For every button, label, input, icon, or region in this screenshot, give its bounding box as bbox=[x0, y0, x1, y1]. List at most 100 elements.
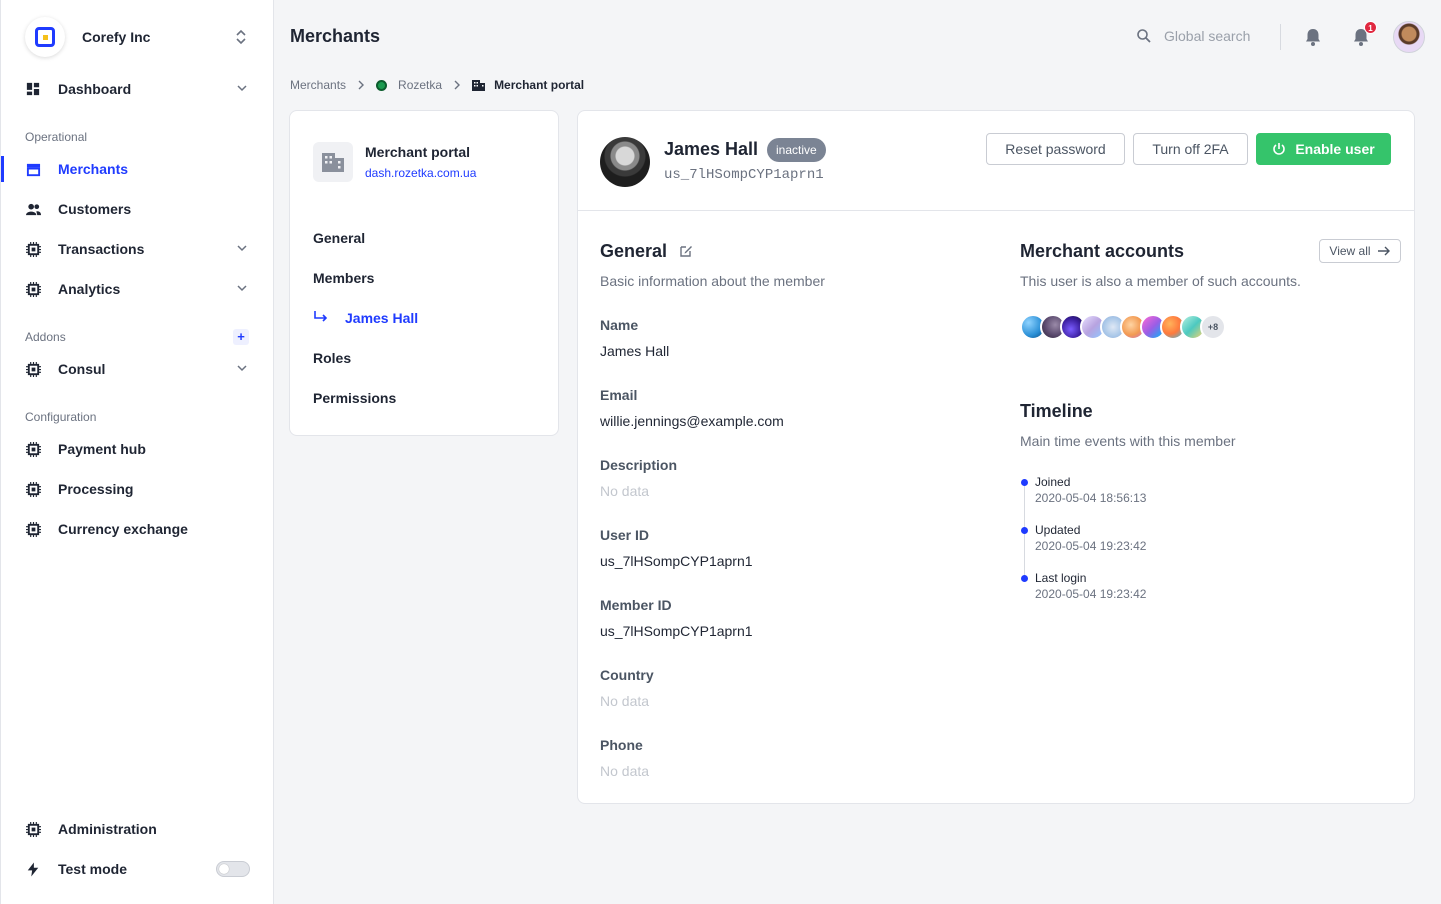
tab-members[interactable]: Members bbox=[313, 270, 374, 286]
merchant-card-title: Merchant portal bbox=[365, 144, 471, 160]
org-logo bbox=[25, 17, 65, 57]
add-addon-button[interactable]: + bbox=[233, 329, 249, 345]
power-icon bbox=[1273, 143, 1286, 155]
search-placeholder: Global search bbox=[1164, 28, 1251, 44]
field-value-user-id: us_7lHSompCYP1aprn1 bbox=[600, 553, 753, 569]
chip-icon bbox=[25, 821, 41, 837]
field-label-phone: Phone bbox=[600, 737, 643, 753]
chip-icon bbox=[25, 481, 41, 497]
global-search[interactable]: Global search bbox=[1136, 28, 1250, 44]
field-label-description: Description bbox=[600, 457, 678, 473]
chip-icon bbox=[25, 361, 41, 377]
chip-icon bbox=[25, 521, 41, 537]
merchant-account-avatars: +8 bbox=[1020, 314, 1230, 340]
breadcrumb-current: Merchant portal bbox=[494, 78, 585, 92]
general-subtitle: Basic information about the member bbox=[600, 273, 825, 289]
chevron-down-icon bbox=[237, 285, 247, 292]
building-icon bbox=[472, 80, 486, 91]
merchant-accounts-subtitle: This user is also a member of such accou… bbox=[1020, 273, 1301, 289]
header-divider bbox=[1280, 24, 1281, 50]
field-value-phone: No data bbox=[600, 763, 650, 779]
sidebar-item-label: Dashboard bbox=[58, 81, 132, 97]
chip-icon bbox=[25, 441, 41, 457]
merchant-logo-icon bbox=[376, 79, 388, 91]
active-indicator bbox=[1, 156, 4, 182]
profile-photo bbox=[600, 137, 650, 187]
field-value-description: No data bbox=[600, 483, 650, 499]
sidebar-item-label: Analytics bbox=[58, 281, 121, 297]
sidebar-item-processing[interactable]: Processing bbox=[25, 477, 251, 501]
merchant-domain-link[interactable]: dash.rozetka.com.ua bbox=[365, 166, 476, 180]
general-title: General bbox=[600, 241, 668, 261]
timeline-dot bbox=[1021, 527, 1028, 534]
field-value-country: No data bbox=[600, 693, 650, 709]
building-icon bbox=[313, 142, 353, 182]
timeline-dot bbox=[1021, 575, 1028, 582]
field-label-member-id: Member ID bbox=[600, 597, 672, 613]
org-switcher[interactable]: Corefy Inc bbox=[25, 17, 251, 57]
sidebar-item-analytics[interactable]: Analytics bbox=[25, 277, 251, 301]
tab-permissions[interactable]: Permissions bbox=[313, 390, 396, 406]
timeline-event-time: 2020-05-04 19:23:42 bbox=[1035, 587, 1147, 601]
test-mode-toggle[interactable] bbox=[216, 861, 250, 877]
edit-icon[interactable] bbox=[679, 244, 693, 258]
view-all-label: View all bbox=[1329, 244, 1371, 258]
sidebar-item-merchants[interactable]: Merchants bbox=[25, 157, 251, 181]
timeline-event-label: Joined bbox=[1035, 475, 1071, 489]
section-label-addons: Addons bbox=[25, 330, 66, 344]
more-accounts-badge[interactable]: +8 bbox=[1200, 314, 1226, 340]
sidebar-item-consul[interactable]: Consul bbox=[25, 357, 251, 381]
arrow-right-icon bbox=[1377, 246, 1390, 256]
store-icon bbox=[25, 161, 41, 177]
sidebar-item-label: Customers bbox=[58, 201, 132, 217]
timeline-event-time: 2020-05-04 18:56:13 bbox=[1035, 491, 1147, 505]
member-name: James Hall bbox=[664, 139, 759, 159]
tab-general[interactable]: General bbox=[313, 230, 365, 246]
field-label-email: Email bbox=[600, 387, 638, 403]
view-all-button[interactable]: View all bbox=[1319, 239, 1401, 263]
enable-user-button[interactable]: Enable user bbox=[1256, 133, 1391, 165]
breadcrumb: Merchants Rozetka Merchant portal bbox=[290, 77, 584, 93]
sidebar-item-label: Test mode bbox=[58, 861, 127, 877]
sidebar-item-label: Administration bbox=[58, 821, 157, 837]
tab-roles[interactable]: Roles bbox=[313, 350, 351, 366]
sidebar-item-label: Processing bbox=[58, 481, 134, 497]
sidebar-item-dashboard[interactable]: Dashboard bbox=[25, 77, 251, 101]
sidebar-item-currency-exchange[interactable]: Currency exchange bbox=[25, 517, 251, 541]
timeline-subtitle: Main time events with this member bbox=[1020, 433, 1236, 449]
field-value-member-id: us_7lHSompCYP1aprn1 bbox=[600, 623, 753, 639]
member-id: us_7lHSompCYP1aprn1 bbox=[664, 167, 824, 183]
timeline-event-label: Last login bbox=[1035, 571, 1087, 585]
merchant-card: Merchant portal dash.rozetka.com.ua Gene… bbox=[289, 110, 559, 436]
member-detail-card: James Hall inactive us_7lHSompCYP1aprn1 … bbox=[577, 110, 1415, 804]
turn-off-2fa-button[interactable]: Turn off 2FA bbox=[1133, 133, 1248, 165]
field-label-user-id: User ID bbox=[600, 527, 650, 543]
section-label-configuration: Configuration bbox=[25, 410, 97, 424]
chevron-down-icon bbox=[237, 365, 247, 372]
sidebar-item-label: Transactions bbox=[58, 241, 145, 257]
sidebar-item-transactions[interactable]: Transactions bbox=[25, 237, 251, 261]
timeline-event-label: Updated bbox=[1035, 523, 1081, 537]
status-badge: inactive bbox=[767, 138, 826, 162]
chip-icon bbox=[25, 241, 41, 257]
sidebar-item-label: Consul bbox=[58, 361, 106, 377]
reset-password-button[interactable]: Reset password bbox=[986, 133, 1125, 165]
breadcrumb-rozetka[interactable]: Rozetka bbox=[398, 78, 442, 92]
switch-arrows-icon bbox=[236, 29, 246, 45]
chevron-down-icon bbox=[237, 85, 247, 92]
search-icon bbox=[1137, 29, 1151, 43]
user-avatar[interactable] bbox=[1393, 21, 1425, 53]
sidebar-item-label: Currency exchange bbox=[58, 521, 188, 537]
chevron-right-icon bbox=[358, 80, 365, 90]
sidebar: Corefy Inc Dashboard Operational Merchan… bbox=[0, 0, 274, 904]
dashboard-icon bbox=[25, 81, 41, 97]
bell-icon[interactable] bbox=[1303, 27, 1323, 47]
sidebar-item-administration[interactable]: Administration bbox=[25, 817, 251, 841]
merchant-accounts-title: Merchant accounts bbox=[1020, 241, 1185, 261]
sidebar-item-payment-hub[interactable]: Payment hub bbox=[25, 437, 251, 461]
breadcrumb-merchants[interactable]: Merchants bbox=[290, 78, 346, 92]
lightning-icon bbox=[25, 861, 41, 877]
tab-member-james-hall[interactable]: James Hall bbox=[345, 310, 418, 326]
field-label-country: Country bbox=[600, 667, 654, 683]
sidebar-item-customers[interactable]: Customers bbox=[25, 197, 251, 221]
